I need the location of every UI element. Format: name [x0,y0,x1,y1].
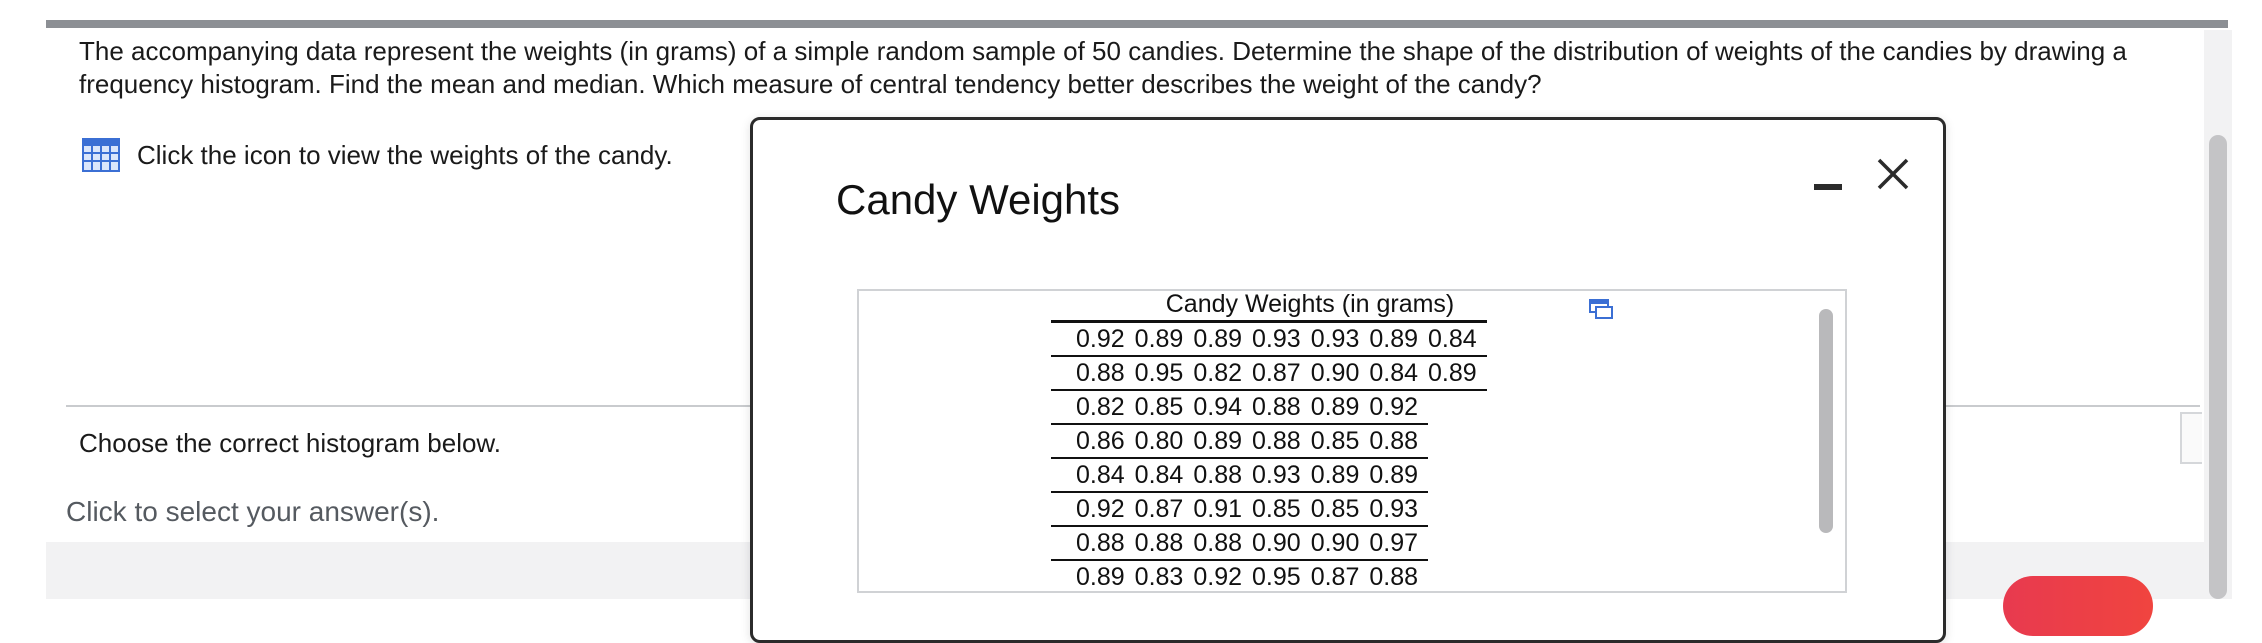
table-cell: 0.87 [1252,356,1311,391]
table-cell: 0.84 [1369,356,1429,391]
close-icon[interactable] [1875,156,1911,192]
table-cell: 0.85 [1310,424,1370,459]
table-cell: 0.85 [1134,390,1194,425]
table-cell: 0.95 [1134,356,1194,391]
grid-table-icon[interactable] [82,138,120,172]
table-cell: 0.90 [1252,526,1311,561]
table-caption: Candy Weights (in grams) [1165,290,1455,318]
table-cell: 0.88 [1051,526,1135,561]
dialog-title: Candy Weights [836,176,1121,223]
table-cell: 0.80 [1134,424,1194,459]
table-cell: 0.85 [1310,492,1370,527]
table-cell: 0.85 [1252,492,1311,527]
table-cell: 0.90 [1310,526,1370,561]
table-cell: 0.92 [1193,560,1253,591]
data-link-label[interactable]: Click the icon to view the weights of th… [137,140,673,171]
table-cell: 0.84 [1428,320,1487,357]
table-cell: 0.89 [1193,424,1253,459]
table-cell: 0.89 [1310,458,1370,493]
table-cell: 0.82 [1051,390,1135,425]
table-cell: 0.89 [1051,560,1135,591]
table-cell: 0.88 [1252,390,1311,425]
next-button[interactable] [2003,576,2153,636]
table-cell: 0.93 [1252,458,1311,493]
table-cell: 0.84 [1051,458,1135,493]
table-cell [1428,526,1487,560]
table-row: 0.88 0.88 0.88 0.90 0.90 0.97 [1051,526,1487,561]
table-cell: 0.92 [1051,320,1135,357]
table-cell: 0.94 [1193,390,1253,425]
table-cell: 0.88 [1193,458,1253,493]
table-cell: 0.89 [1369,320,1429,357]
table-row: 0.92 0.87 0.91 0.85 0.85 0.93 [1051,492,1487,527]
table-cell: 0.88 [1369,424,1429,459]
table-cell: 0.93 [1369,492,1429,527]
table-cell: 0.88 [1193,526,1253,561]
choose-histogram-label: Choose the correct histogram below. [79,428,501,458]
copy-icon[interactable] [1588,298,1614,320]
table-cell [1428,424,1487,458]
table-cell: 0.97 [1369,526,1429,561]
table-cell [1428,458,1487,492]
table-row: 0.89 0.83 0.92 0.95 0.87 0.88 [1051,560,1487,591]
table-cell: 0.88 [1051,356,1135,391]
table-cell: 0.89 [1310,390,1370,425]
minimize-icon[interactable] [1814,172,1842,200]
page-scrollbar-thumb[interactable] [2209,135,2227,599]
table-cell: 0.89 [1428,356,1487,391]
answer-input-box[interactable] [2180,412,2202,464]
table-cell: 0.91 [1193,492,1253,527]
table-row: 0.82 0.85 0.94 0.88 0.89 0.92 [1051,390,1487,425]
candy-weights-dialog: Candy Weights Candy Weights (in grams) 0… [750,117,1946,643]
table-cell: 0.93 [1252,320,1311,357]
question-text: The accompanying data represent the weig… [79,35,2179,101]
table-cell: 0.87 [1134,492,1194,527]
table-cell [1428,560,1487,591]
table-cell: 0.89 [1369,458,1429,493]
table-row: 0.86 0.80 0.89 0.88 0.85 0.88 [1051,424,1487,459]
table-cell: 0.92 [1369,390,1429,425]
table-cell: 0.95 [1252,560,1311,591]
table-cell: 0.90 [1310,356,1370,391]
table-cell [1428,390,1487,424]
table-cell: 0.82 [1193,356,1253,391]
weights-table: 0.92 0.89 0.89 0.93 0.93 0.89 0.84 0.88 0.95 0.82… [1051,320,1487,591]
table-cell: 0.86 [1051,424,1135,459]
question-paragraph: The accompanying data represent the weig… [79,36,2127,99]
table-cell: 0.83 [1134,560,1194,591]
table-cell: 0.89 [1134,320,1194,357]
table-scrollbar-thumb[interactable] [1819,309,1833,533]
table-cell: 0.87 [1310,560,1370,591]
table-cell: 0.92 [1051,492,1135,527]
table-cell [1428,492,1487,526]
table-row: 0.92 0.89 0.89 0.93 0.93 0.89 0.84 [1051,320,1487,357]
top-rule [46,20,2228,28]
select-answer-hint: Click to select your answer(s). [66,496,440,527]
table-cell: 0.84 [1134,458,1194,493]
table-row: 0.84 0.84 0.88 0.93 0.89 0.89 [1051,458,1487,493]
table-row: 0.88 0.95 0.82 0.87 0.90 0.84 0.89 [1051,356,1487,391]
table-cell: 0.88 [1134,526,1194,561]
table-cell: 0.88 [1252,424,1311,459]
data-table-frame[interactable]: Candy Weights (in grams) 0.92 0.89 0.89 0.9… [857,289,1847,593]
table-cell: 0.93 [1310,320,1370,357]
table-cell: 0.88 [1369,560,1429,591]
data-link[interactable]: Click the icon to view the weights of th… [82,135,673,175]
table-cell: 0.89 [1193,320,1253,357]
